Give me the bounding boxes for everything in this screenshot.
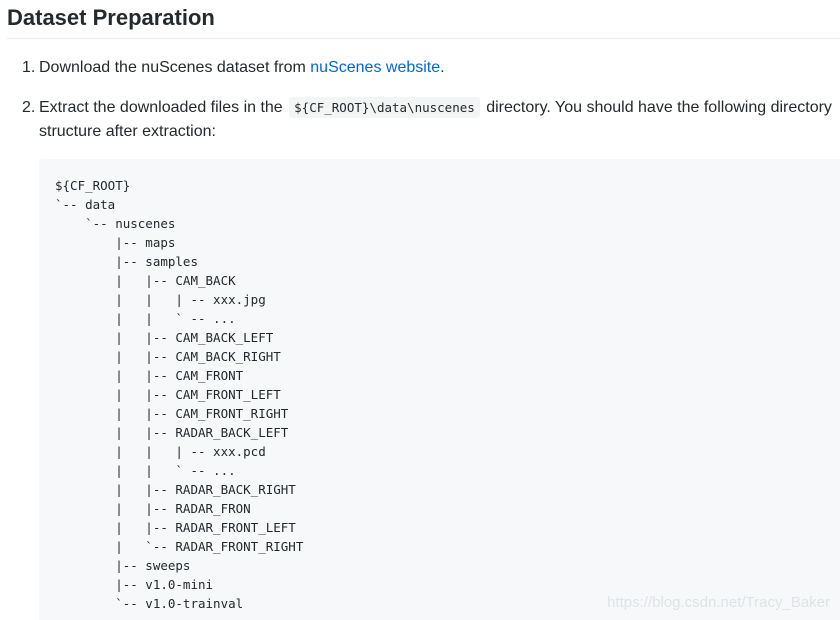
list-number: 2.: [22, 99, 36, 116]
list-item-text: Extract the downloaded files in the ${CF…: [39, 96, 840, 144]
code-line: | `-- RADAR_FRONT_RIGHT: [55, 539, 304, 554]
code-line: | |-- CAM_BACK: [55, 273, 236, 288]
heading-divider: [7, 38, 840, 39]
list-item-text: Download the nuScenes dataset from nuSce…: [39, 56, 840, 80]
code-line: ${CF_ROOT}: [55, 178, 131, 193]
watermark-text: https://blog.csdn.net/Tracy_Baker: [607, 594, 830, 611]
step-text-before: Download the nuScenes dataset from: [39, 59, 311, 76]
code-line: `-- nuscenes: [55, 216, 176, 231]
list-number: 1.: [22, 59, 36, 76]
code-line: | |-- CAM_FRONT_RIGHT: [55, 406, 289, 421]
step-text-after: .: [440, 59, 445, 76]
list-item-extract: 2. Extract the downloaded files in the $…: [0, 96, 840, 144]
code-line: | |-- CAM_FRONT: [55, 368, 244, 383]
steps-list: 1. Download the nuScenes dataset from nu…: [0, 56, 840, 144]
code-line: |-- v1.0-mini: [55, 577, 214, 592]
nuscenes-website-link[interactable]: nuScenes website: [310, 59, 440, 76]
code-line: `-- data: [55, 197, 116, 212]
code-line: | |-- CAM_BACK_LEFT: [55, 330, 274, 345]
code-line: |-- sweeps: [55, 558, 191, 573]
code-line: |-- samples: [55, 254, 198, 269]
code-line: | |-- RADAR_BACK_RIGHT: [55, 482, 296, 497]
code-line: | | ` -- ...: [55, 311, 236, 326]
code-line: | | | -- xxx.pcd: [55, 444, 266, 459]
directory-tree-code-block[interactable]: ${CF_ROOT} `-- data `-- nuscenes |-- maps…: [39, 159, 840, 620]
code-line: | | ` -- ...: [55, 463, 236, 478]
code-line: | | | -- xxx.jpg: [55, 292, 266, 307]
code-line: | |-- RADAR_FRON: [55, 501, 251, 516]
step-text-before: Extract the downloaded files in the: [39, 99, 288, 116]
page-title: Dataset Preparation: [7, 5, 215, 30]
code-line: | |-- CAM_BACK_RIGHT: [55, 349, 281, 364]
inline-code-path: ${CF_ROOT}\data\nuscenes: [289, 97, 480, 118]
list-item-download: 1. Download the nuScenes dataset from nu…: [0, 56, 840, 96]
code-line: |-- maps: [55, 235, 176, 250]
code-line: | |-- CAM_FRONT_LEFT: [55, 387, 281, 402]
code-line: | |-- RADAR_FRONT_LEFT: [55, 520, 296, 535]
code-line: | |-- RADAR_BACK_LEFT: [55, 425, 289, 440]
